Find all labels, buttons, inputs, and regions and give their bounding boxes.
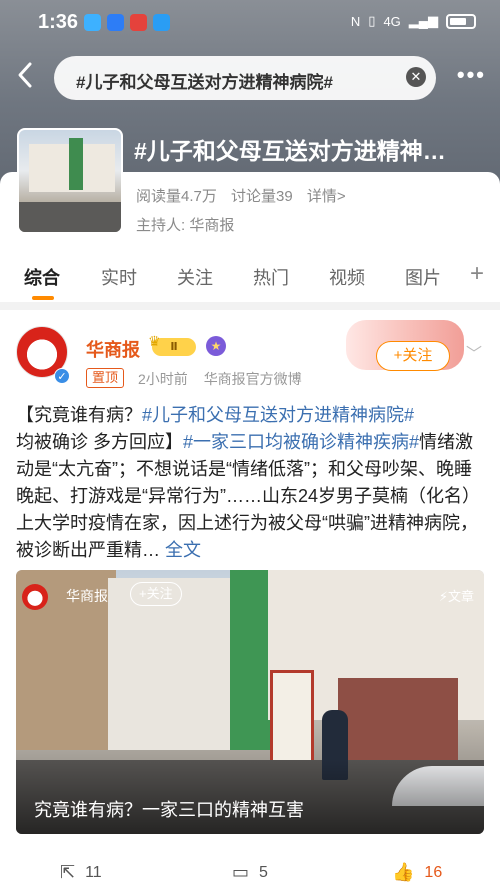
topic-host: 主持人: 华商报	[136, 214, 234, 235]
topic-thumbnail[interactable]	[17, 128, 123, 234]
thumbs-up-icon: 👍	[392, 862, 415, 882]
details-link[interactable]: 详情>	[307, 188, 346, 205]
tab-following[interactable]: 关注	[177, 264, 213, 290]
post-time: 2小时前	[138, 371, 188, 387]
post-meta: 2小时前 华商报官方微博	[138, 369, 314, 389]
share-button[interactable]: ⇱ 11	[60, 862, 102, 883]
status-time: 1:36	[38, 11, 79, 33]
full-text-link[interactable]: 全文	[165, 540, 201, 560]
host-label: 主持人:	[136, 217, 186, 234]
host-name[interactable]: 华商报	[189, 217, 234, 234]
post-source: 华商报官方微博	[203, 371, 302, 387]
hashtag-link[interactable]: #一家三口均被确诊精神疾病#	[183, 432, 419, 452]
tab-realtime[interactable]: 实时	[101, 264, 137, 290]
top-nav: #儿子和父母互送对方进精神病院# ✕ •••	[0, 52, 500, 102]
media-caption: 究竟谁有病？一家三口的精神互害	[34, 800, 304, 820]
cloud-app-icon	[107, 14, 124, 31]
crown-icon: ♛	[148, 333, 161, 349]
discussion-count: 讨论量39	[231, 188, 293, 205]
media-type-label: ⚡文章	[439, 586, 474, 605]
media-type-text: 文章	[447, 589, 474, 604]
divider	[0, 302, 500, 310]
media-green-tower	[230, 570, 270, 750]
media-follow-button[interactable]: +关注	[130, 582, 182, 606]
thumb-tower	[69, 138, 83, 190]
share-count: 11	[85, 863, 102, 881]
comment-button[interactable]: ▭ 5	[232, 862, 268, 883]
battery-icon	[446, 13, 476, 29]
like-button[interactable]: 👍 16	[392, 862, 442, 883]
add-tab-icon[interactable]: +	[470, 260, 484, 288]
topic-title: #儿子和父母互送对方进精神…	[134, 138, 446, 164]
lightning-icon: ⚡	[438, 589, 448, 604]
post-text-headline: 均被确诊 多方回应】	[16, 432, 184, 452]
post-text-intro: 【究竟谁有病？	[16, 405, 142, 425]
status-indicators: N ▯ 4G ▂▄▆	[351, 13, 476, 29]
read-count: 阅读量4.7万	[136, 188, 217, 205]
media-author-avatar	[22, 584, 48, 610]
thumb-ground	[19, 202, 121, 232]
bubble-app-icon	[84, 14, 101, 31]
status-bar: 1:36 N ▯ 4G ▂▄▆	[0, 0, 500, 44]
tab-comprehensive[interactable]: 综合	[24, 264, 60, 290]
media-author: 华商报	[66, 588, 108, 604]
close-icon[interactable]: ✕	[406, 67, 426, 87]
globe-app-icon	[153, 14, 170, 31]
active-tab-indicator	[32, 296, 54, 300]
status-app-icons	[84, 14, 170, 31]
post-body: 【究竟谁有病？#儿子和父母互送对方进精神病院# 均被确诊 多方回应】#一家三口均被…	[16, 402, 486, 564]
follow-button[interactable]: +关注	[376, 341, 450, 371]
network-label: 4G	[383, 13, 401, 29]
search-query: #儿子和父母互送对方进精神病院#	[76, 73, 333, 92]
share-icon: ⇱	[60, 862, 76, 882]
comment-count: 5	[259, 863, 268, 881]
like-count: 16	[424, 863, 443, 881]
tab-bar: 综合 实时 关注 热门 视频 图片 +	[0, 256, 500, 300]
tab-hot[interactable]: 热门	[253, 264, 289, 290]
topic-stats: 阅读量4.7万 讨论量39 详情>	[136, 185, 356, 206]
pinned-badge: 置顶	[86, 368, 125, 388]
comment-icon: ▭	[232, 862, 250, 882]
chevron-down-icon[interactable]: ﹀	[466, 340, 482, 364]
search-input[interactable]: #儿子和父母互送对方进精神病院# ✕	[54, 56, 436, 100]
article-image[interactable]	[16, 570, 484, 834]
hashtag-link[interactable]: #儿子和父母互送对方进精神病院#	[142, 405, 414, 425]
back-arrow-icon[interactable]	[14, 60, 46, 94]
more-icon[interactable]: •••	[457, 62, 486, 88]
post-author[interactable]: 华商报	[86, 336, 140, 362]
checkmark-app-icon	[130, 14, 147, 31]
vibrate-icon: ▯	[368, 13, 376, 28]
tab-video[interactable]: 视频	[329, 264, 365, 290]
tab-images[interactable]: 图片	[405, 264, 441, 290]
action-bar: ⇱ 11 ▭ 5 👍 16	[0, 858, 500, 885]
medal-icon: ★	[206, 336, 226, 356]
verified-icon: ✓	[54, 368, 70, 384]
nfc-icon: N	[350, 13, 361, 29]
signal-icon: ▂▄▆	[408, 13, 438, 28]
